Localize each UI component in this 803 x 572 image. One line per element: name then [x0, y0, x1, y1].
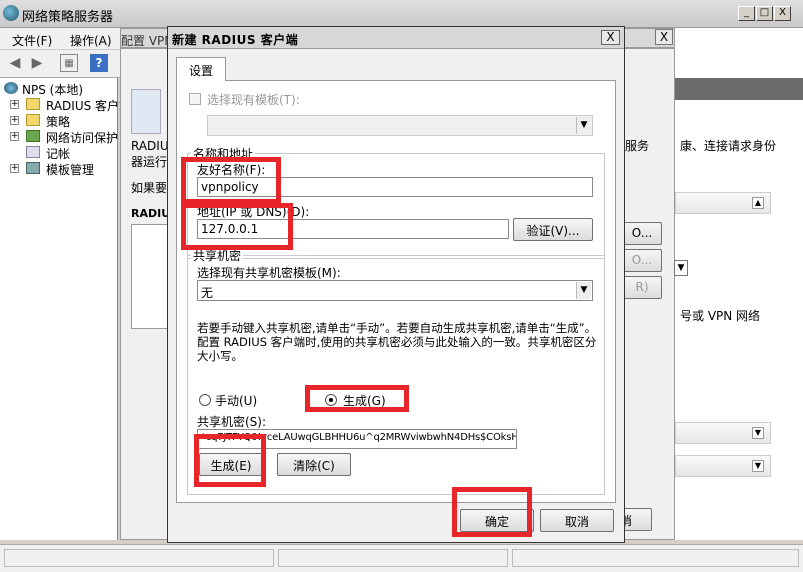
behind-right-text: 服务: [625, 139, 650, 153]
dialog-title: 新建 RADIUS 客户端: [172, 33, 299, 47]
template-select[interactable]: ▼: [207, 115, 593, 136]
maximize-button[interactable]: □: [756, 6, 773, 21]
behind-text: 器运行: [131, 155, 168, 169]
nps-app-icon: [3, 5, 19, 21]
radio-manual-label: 手动(U): [215, 394, 258, 408]
templates-icon: [26, 162, 40, 174]
behind-button[interactable]: O...: [622, 222, 662, 245]
dialog-close-button[interactable]: X: [601, 30, 620, 45]
behind-dialog-title: 配置 VPN: [121, 34, 174, 48]
folder-icon: [26, 114, 40, 126]
secret-template-label: 选择现有共享机密模板(M):: [197, 266, 341, 280]
computer-icon: [131, 89, 161, 134]
network-protection-icon: [26, 130, 40, 142]
statusbar: [0, 544, 803, 572]
dialog-titlebar: 新建 RADIUS 客户端 X: [168, 27, 624, 49]
chevron-down-icon[interactable]: ▼: [576, 282, 591, 299]
verify-button[interactable]: 验证(V)...: [513, 218, 593, 241]
close-button[interactable]: X: [774, 6, 791, 21]
back-arrow-icon[interactable]: ◀: [6, 54, 24, 72]
cancel-button[interactable]: 取消: [540, 509, 614, 532]
expand-icon[interactable]: +: [10, 100, 19, 109]
behind-right-text: 号或 VPN 网络: [680, 309, 761, 323]
secret-label: 共享机密(S):: [197, 415, 267, 429]
expand-icon[interactable]: +: [10, 164, 19, 173]
status-segment: [278, 549, 508, 567]
chevron-down-icon[interactable]: ▼: [752, 427, 764, 439]
status-segment: [512, 549, 799, 567]
status-segment: [4, 549, 274, 567]
menu-action[interactable]: 操作(A): [70, 32, 112, 49]
template-checkbox-label: 选择现有模板(T):: [207, 93, 300, 107]
clear-button[interactable]: 清除(C): [277, 453, 351, 476]
actions-section-bar[interactable]: ▼: [675, 422, 771, 444]
behind-text: 如果要: [131, 181, 168, 195]
console-tree-icon[interactable]: ▦: [60, 54, 78, 72]
expand-icon[interactable]: +: [10, 116, 19, 125]
help-icon[interactable]: ?: [90, 54, 108, 72]
behind-list: [131, 224, 169, 329]
chevron-down-icon[interactable]: ▼: [576, 117, 591, 134]
chevron-down-icon[interactable]: ▼: [752, 460, 764, 472]
accounting-icon: [26, 146, 40, 158]
radio-manual[interactable]: [199, 394, 211, 406]
behind-button[interactable]: O...: [622, 249, 662, 272]
toolbar: ◀ ▶ ▦ ?: [0, 50, 120, 78]
menu-file[interactable]: 文件(F): [12, 32, 52, 49]
forward-arrow-icon[interactable]: ▶: [28, 54, 46, 72]
template-checkbox[interactable]: [189, 93, 201, 105]
highlight-box-name: [181, 157, 281, 204]
expand-icon[interactable]: +: [10, 132, 19, 141]
console-tree: NPS (本地) + RADIUS 客户端 + 策略 + 网络访问保护 记帐 +…: [0, 78, 131, 540]
main-window-title: 网络策略服务器: [22, 10, 114, 25]
chevron-down-icon[interactable]: ▼: [674, 260, 688, 276]
actions-section-bar[interactable]: ▲: [675, 192, 771, 214]
behind-right-text: 康、连接请求身份: [680, 139, 777, 153]
chevron-up-icon[interactable]: ▲: [752, 197, 764, 209]
main-titlebar: 网络策略服务器 _ □ X: [0, 0, 803, 28]
highlight-box-generate-button: [194, 434, 266, 487]
tab-settings[interactable]: 设置: [176, 57, 226, 81]
highlight-box-address: [181, 203, 293, 250]
server-icon: [4, 82, 18, 94]
secret-template-select[interactable]: 无 ▼: [197, 280, 593, 301]
folder-icon: [26, 98, 40, 110]
shared-secret-info-text: 若要手动键入共享机密,请单击“手动”。若要自动生成共享机密,请单击“生成”。配置…: [197, 321, 597, 363]
highlight-box-ok-button: [452, 487, 532, 537]
highlight-box-generate-radio: [305, 385, 409, 412]
behind-button[interactable]: R): [622, 276, 662, 299]
actions-header: [675, 78, 803, 100]
behind-close-button[interactable]: X: [655, 29, 673, 45]
minimize-button[interactable]: _: [738, 6, 755, 21]
actions-section-bar[interactable]: ▼: [675, 455, 771, 477]
